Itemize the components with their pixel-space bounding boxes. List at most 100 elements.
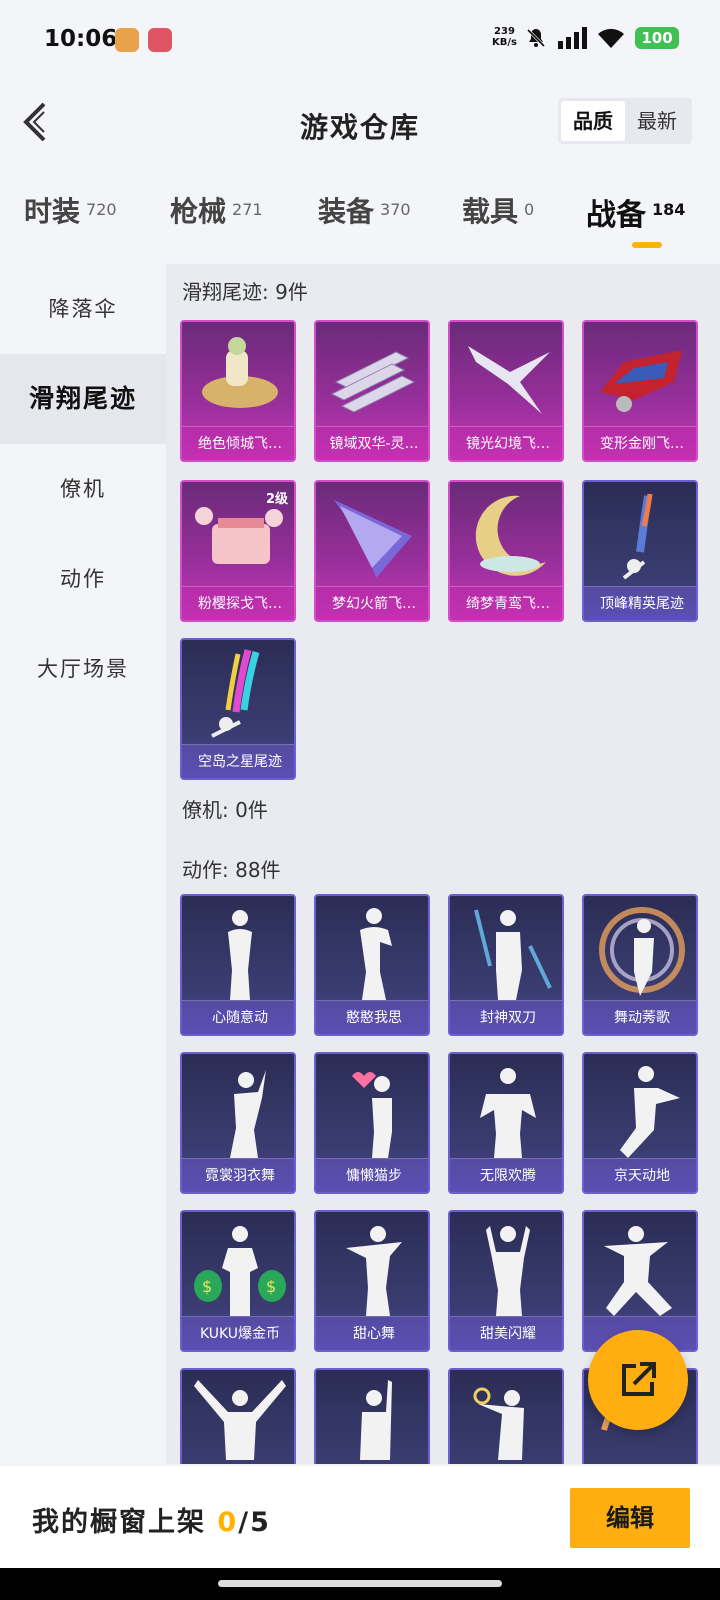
item-card[interactable]: 封神双刀 — [448, 894, 564, 1036]
item-card[interactable]: 绝色倾城飞… — [180, 320, 296, 462]
trail-item-image — [334, 500, 412, 578]
emote-item-image — [194, 1380, 286, 1460]
emote-item-image — [486, 1226, 530, 1316]
network-speed-value: 239 — [494, 26, 515, 37]
emote-item-image — [230, 1070, 266, 1158]
item-card[interactable]: 憨憨我思 — [314, 894, 430, 1036]
sidebar-item-parachute[interactable]: 降落伞 — [0, 264, 166, 354]
item-name: 顶峰精英尾迹 — [584, 586, 696, 620]
emote-item-image — [604, 1226, 672, 1316]
item-name: 镜光幻境飞… — [450, 426, 562, 460]
item-card[interactable]: 2级 粉樱探戈飞… — [180, 480, 296, 622]
trail-item-image — [622, 493, 653, 580]
status-time: 10:06 — [44, 26, 118, 52]
system-nav-bar — [0, 1568, 720, 1600]
tab-label: 战备 — [586, 198, 646, 233]
status-icons: 100 — [525, 27, 679, 49]
section-title-emotes: 动作: 88件 — [182, 858, 281, 882]
item-card[interactable]: 霓裳羽衣舞 — [180, 1052, 296, 1194]
network-speed: 239 KB/s — [492, 26, 517, 48]
emote-item-image — [480, 1068, 536, 1158]
emote-item-image — [599, 907, 685, 996]
tab-count: 370 — [380, 200, 411, 219]
wifi-icon — [598, 28, 624, 48]
item-name: 空岛之星尾迹 — [182, 744, 294, 778]
item-name: 舞动莠歌 — [584, 1000, 696, 1034]
header: 游戏仓库 品质 最新 — [0, 84, 720, 164]
showcase-status: 我的橱窗上架 0/5 — [32, 1500, 271, 1539]
item-name: 镜域双华-灵… — [316, 426, 428, 460]
item-card[interactable]: 舞动莠歌 — [582, 894, 698, 1036]
item-card[interactable]: 无限欢腾 — [448, 1052, 564, 1194]
emote-item-image — [473, 1387, 524, 1460]
item-name: 粉樱探戈飞… — [182, 586, 294, 620]
showcase-bar: 我的橱窗上架 0/5 编辑 — [0, 1466, 720, 1568]
sidebar-item-emotes[interactable]: 动作 — [0, 534, 166, 624]
item-card[interactable]: 镜域双华-灵… — [314, 320, 430, 462]
item-card[interactable]: 心随意动 — [180, 894, 296, 1036]
share-icon — [622, 1362, 656, 1396]
tab-label: 枪械 — [170, 195, 227, 228]
item-card[interactable]: 甜美闪耀 — [448, 1210, 564, 1352]
item-card[interactable]: 空岛之星尾迹 — [180, 638, 296, 780]
notification-app-icon — [115, 28, 139, 52]
item-card[interactable]: 变形金刚飞… — [582, 320, 698, 462]
item-name: 京天动地 — [584, 1158, 696, 1192]
tab-combat-gear[interactable]: 战备 184 — [586, 190, 685, 250]
item-card[interactable]: 慵懒猫步 — [314, 1052, 430, 1194]
item-card[interactable]: 甜心舞 — [314, 1210, 430, 1352]
item-card[interactable] — [448, 1368, 564, 1464]
sort-quality-button[interactable]: 品质 — [561, 101, 625, 141]
category-tabs: 时装 720 枪械 271 装备 370 载具 0 战备 184 — [0, 190, 720, 254]
showcase-total: /5 — [238, 1507, 271, 1538]
sidebar-item-wingman[interactable]: 僚机 — [0, 444, 166, 534]
section-title-trails: 滑翔尾迹: 9件 — [182, 280, 308, 304]
tab-vehicles[interactable]: 载具 0 — [462, 190, 534, 250]
svg-text:$: $ — [202, 1277, 212, 1296]
svg-text:$: $ — [266, 1277, 276, 1296]
level-badge: 2级 — [265, 492, 288, 507]
tab-count: 271 — [232, 200, 263, 219]
tab-label: 时装 — [24, 195, 81, 228]
trail-item-image — [600, 350, 682, 412]
tab-equipment[interactable]: 装备 370 — [318, 190, 411, 250]
network-speed-unit: KB/s — [492, 37, 517, 48]
trail-item-image — [330, 351, 416, 413]
item-card[interactable] — [180, 1368, 296, 1464]
sort-toggle: 品质 最新 — [558, 98, 692, 144]
mute-bell-icon — [526, 28, 546, 48]
showcase-label: 我的橱窗上架 — [32, 1507, 206, 1538]
edit-button[interactable]: 编辑 — [570, 1488, 690, 1548]
item-card[interactable]: 绮梦青鸾飞… — [448, 480, 564, 622]
emote-item-image — [360, 908, 392, 1000]
trail-item-image — [468, 346, 550, 414]
notification-app-icon-2 — [148, 28, 172, 52]
home-gesture-handle[interactable] — [218, 1580, 502, 1587]
trail-item-image — [211, 649, 260, 738]
item-list: 滑翔尾迹: 9件 绝色倾城飞… 镜域双华-灵… 镜光幻境飞… 变形金刚飞… 2级… — [166, 264, 720, 1464]
item-name: 心随意动 — [182, 1000, 294, 1034]
item-card[interactable]: $ $ KUKU爆金币 — [180, 1210, 296, 1352]
item-name: 慵懒猫步 — [316, 1158, 428, 1192]
item-card[interactable]: 梦幻火箭飞… — [314, 480, 430, 622]
item-name: 变形金刚飞… — [584, 426, 696, 460]
item-card[interactable]: 镜光幻境飞… — [448, 320, 564, 462]
emote-item-image — [228, 910, 252, 1000]
share-button[interactable] — [588, 1330, 688, 1430]
item-name: 无限欢腾 — [450, 1158, 562, 1192]
tab-fashion[interactable]: 时装 720 — [24, 190, 117, 250]
item-card[interactable]: 顶峰精英尾迹 — [582, 480, 698, 622]
sidebar-item-glide-trail[interactable]: 滑翔尾迹 — [0, 354, 166, 444]
sort-newest-button[interactable]: 最新 — [625, 101, 689, 141]
tab-label: 装备 — [318, 195, 375, 228]
section-title-wingman: 僚机: 0件 — [182, 798, 268, 822]
emote-item-image — [352, 1072, 392, 1158]
item-card[interactable] — [314, 1368, 430, 1464]
trail-item-image — [475, 495, 546, 576]
signal-icon — [558, 27, 587, 49]
sidebar: 降落伞 滑翔尾迹 僚机 动作 大厅场景 — [0, 264, 166, 1464]
item-name: 梦幻火箭飞… — [316, 586, 428, 620]
sidebar-item-lobby-scene[interactable]: 大厅场景 — [0, 624, 166, 714]
item-card[interactable]: 京天动地 — [582, 1052, 698, 1194]
tab-guns[interactable]: 枪械 271 — [170, 190, 263, 250]
